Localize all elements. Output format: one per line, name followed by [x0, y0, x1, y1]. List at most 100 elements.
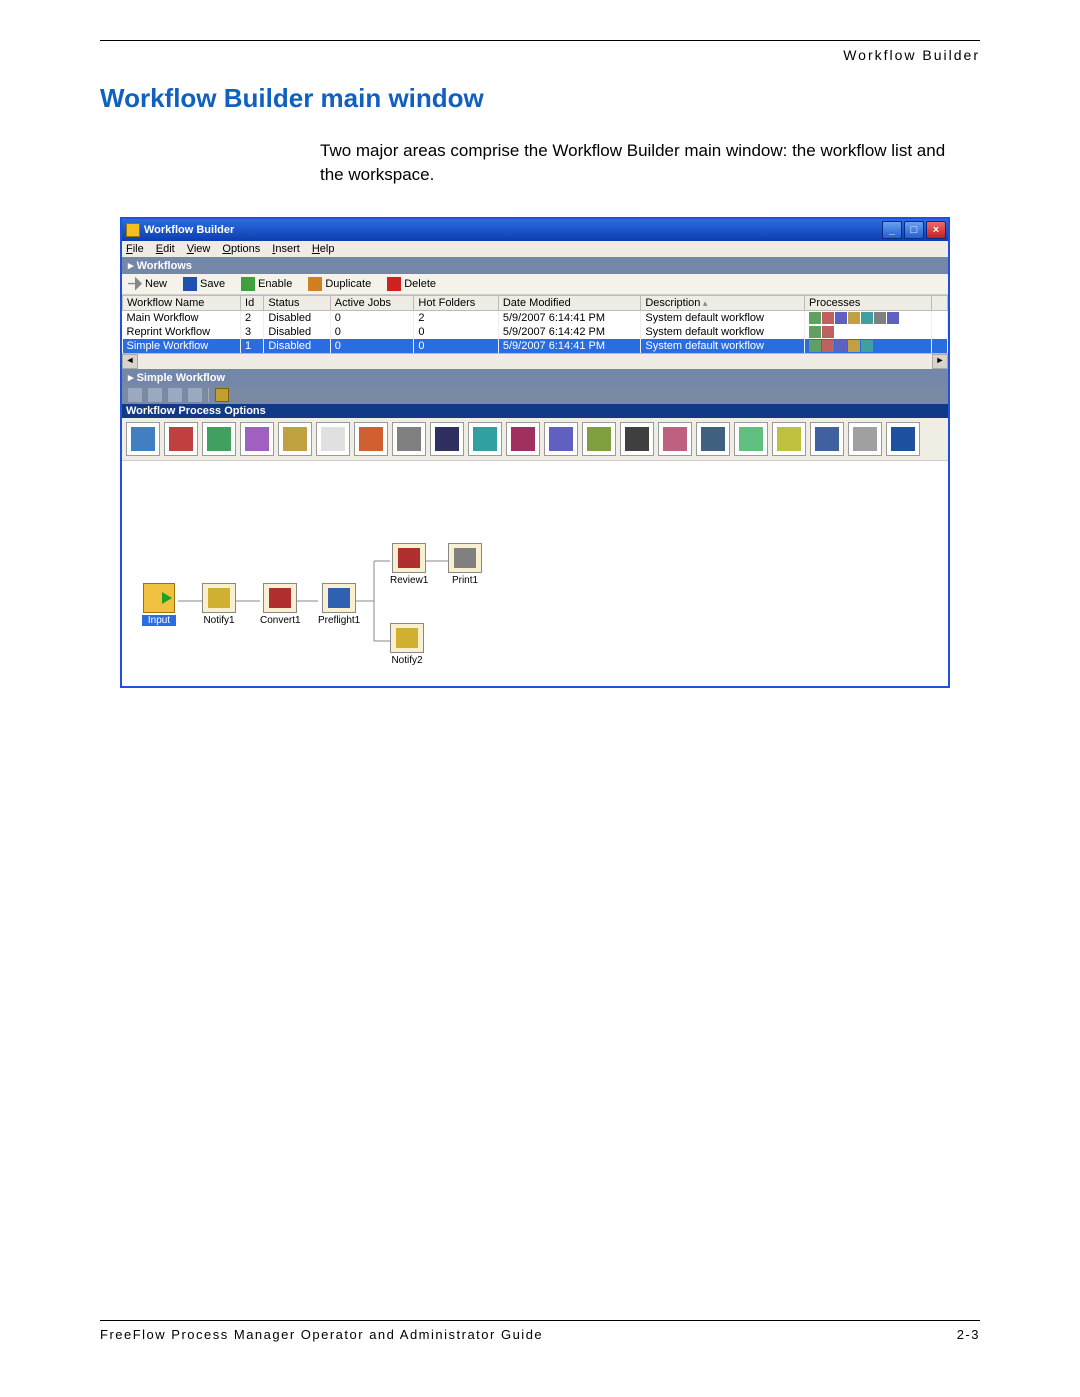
- process-icon: [874, 312, 886, 324]
- palette-item-21[interactable]: [886, 422, 920, 456]
- menu-insert[interactable]: Insert: [272, 243, 300, 255]
- toolbar-delete[interactable]: Delete: [387, 277, 436, 291]
- process-icon: [809, 326, 821, 338]
- palette-item-7[interactable]: [354, 422, 388, 456]
- preview-icon[interactable]: [215, 388, 229, 402]
- close-button[interactable]: ×: [926, 221, 946, 239]
- palette-item-4[interactable]: [240, 422, 274, 456]
- process-icon: [861, 312, 873, 324]
- panel-header-workflows[interactable]: Workflows: [122, 257, 948, 274]
- palette-item-10[interactable]: [468, 422, 502, 456]
- app-icon: [126, 223, 140, 237]
- separator: [208, 388, 209, 402]
- palette-item-1[interactable]: [126, 422, 160, 456]
- process-icon: [835, 312, 847, 324]
- col-processes[interactable]: Processes: [804, 295, 931, 310]
- node-notify2[interactable]: Notify2: [390, 623, 424, 666]
- workflow-canvas[interactable]: Input Notify1 Convert1 Preflight1 Review…: [122, 461, 948, 686]
- col-workflow-name[interactable]: Workflow Name: [123, 295, 241, 310]
- process-icon: [822, 312, 834, 324]
- save-icon: [183, 277, 197, 291]
- node-review1[interactable]: Review1: [390, 543, 428, 586]
- copy-icon[interactable]: [148, 388, 162, 402]
- menu-help[interactable]: Help: [312, 243, 335, 255]
- titlebar[interactable]: Workflow Builder _ □ ×: [122, 219, 948, 241]
- footer-left: FreeFlow Process Manager Operator and Ad…: [100, 1327, 543, 1342]
- duplicate-icon: [308, 277, 322, 291]
- connection-lines: [122, 461, 948, 686]
- toolbar-duplicate[interactable]: Duplicate: [308, 277, 371, 291]
- toolbar-new[interactable]: New: [128, 277, 167, 291]
- menu-options[interactable]: Options: [222, 243, 260, 255]
- palette-item-14[interactable]: [620, 422, 654, 456]
- palette-item-9[interactable]: [430, 422, 464, 456]
- palette-item-15[interactable]: [658, 422, 692, 456]
- process-icon: [822, 326, 834, 338]
- workflows-table: Workflow NameIdStatusActive JobsHot Fold…: [122, 295, 948, 353]
- palette-item-12[interactable]: [544, 422, 578, 456]
- window-title: Workflow Builder: [144, 224, 234, 236]
- menu-view[interactable]: View: [187, 243, 211, 255]
- footer-right: 2-3: [957, 1327, 980, 1342]
- process-palette: [122, 418, 948, 461]
- palette-item-2[interactable]: [164, 422, 198, 456]
- node-input[interactable]: Input: [142, 583, 176, 626]
- section-title: Workflow Builder main window: [100, 83, 980, 114]
- table-row[interactable]: Reprint Workflow3Disabled005/9/2007 6:14…: [123, 325, 948, 339]
- palette-item-18[interactable]: [772, 422, 806, 456]
- palette-item-20[interactable]: [848, 422, 882, 456]
- node-convert1-label: Convert1: [260, 615, 301, 626]
- node-preflight1[interactable]: Preflight1: [318, 583, 360, 626]
- node-preflight1-label: Preflight1: [318, 615, 360, 626]
- palette-item-8[interactable]: [392, 422, 426, 456]
- delete-node-icon[interactable]: [188, 388, 202, 402]
- process-icon: [861, 340, 873, 352]
- col-date-modified[interactable]: Date Modified: [498, 295, 641, 310]
- maximize-button[interactable]: □: [904, 221, 924, 239]
- process-icon: [822, 340, 834, 352]
- menu-edit[interactable]: Edit: [156, 243, 175, 255]
- process-icon: [887, 312, 899, 324]
- paste-icon[interactable]: [168, 388, 182, 402]
- col-status[interactable]: Status: [264, 295, 330, 310]
- palette-item-3[interactable]: [202, 422, 236, 456]
- node-convert1[interactable]: Convert1: [260, 583, 301, 626]
- menu-file[interactable]: File: [126, 243, 144, 255]
- scroll-right-button[interactable]: ►: [932, 354, 948, 369]
- table-row[interactable]: Simple Workflow1Disabled005/9/2007 6:14:…: [123, 339, 948, 353]
- col-active-jobs[interactable]: Active Jobs: [330, 295, 414, 310]
- node-print1[interactable]: Print1: [448, 543, 482, 586]
- palette-item-11[interactable]: [506, 422, 540, 456]
- intro-paragraph: Two major areas comprise the Workflow Bu…: [320, 139, 970, 187]
- palette-item-16[interactable]: [696, 422, 730, 456]
- process-icon: [809, 340, 821, 352]
- palette-item-5[interactable]: [278, 422, 312, 456]
- col-hot-folders[interactable]: Hot Folders: [414, 295, 498, 310]
- minimize-button[interactable]: _: [882, 221, 902, 239]
- palette-item-13[interactable]: [582, 422, 616, 456]
- panel-header-current[interactable]: Simple Workflow: [122, 369, 948, 386]
- workflow-builder-window: Workflow Builder _ □ × File Edit View Op…: [120, 217, 950, 688]
- cut-icon[interactable]: [128, 388, 142, 402]
- process-icon: [848, 312, 860, 324]
- enable-icon: [241, 277, 255, 291]
- node-notify1[interactable]: Notify1: [202, 583, 236, 626]
- toolbar-enable[interactable]: Enable: [241, 277, 292, 291]
- table-row[interactable]: Main Workflow2Disabled025/9/2007 6:14:41…: [123, 310, 948, 325]
- process-icon: [809, 312, 821, 324]
- palette-item-19[interactable]: [810, 422, 844, 456]
- menubar: File Edit View Options Insert Help: [122, 241, 948, 257]
- node-print1-label: Print1: [448, 575, 482, 586]
- new-icon: [128, 277, 142, 291]
- scroll-left-button[interactable]: ◄: [122, 354, 138, 369]
- process-options-header: Workflow Process Options: [122, 404, 948, 418]
- process-icon: [848, 340, 860, 352]
- palette-item-17[interactable]: [734, 422, 768, 456]
- col-id[interactable]: Id: [241, 295, 264, 310]
- h-scrollbar[interactable]: ◄ ►: [122, 353, 948, 369]
- node-input-label: Input: [142, 615, 176, 626]
- node-notify2-label: Notify2: [390, 655, 424, 666]
- palette-item-6[interactable]: [316, 422, 350, 456]
- toolbar-save[interactable]: Save: [183, 277, 225, 291]
- col-description[interactable]: Description: [641, 295, 805, 310]
